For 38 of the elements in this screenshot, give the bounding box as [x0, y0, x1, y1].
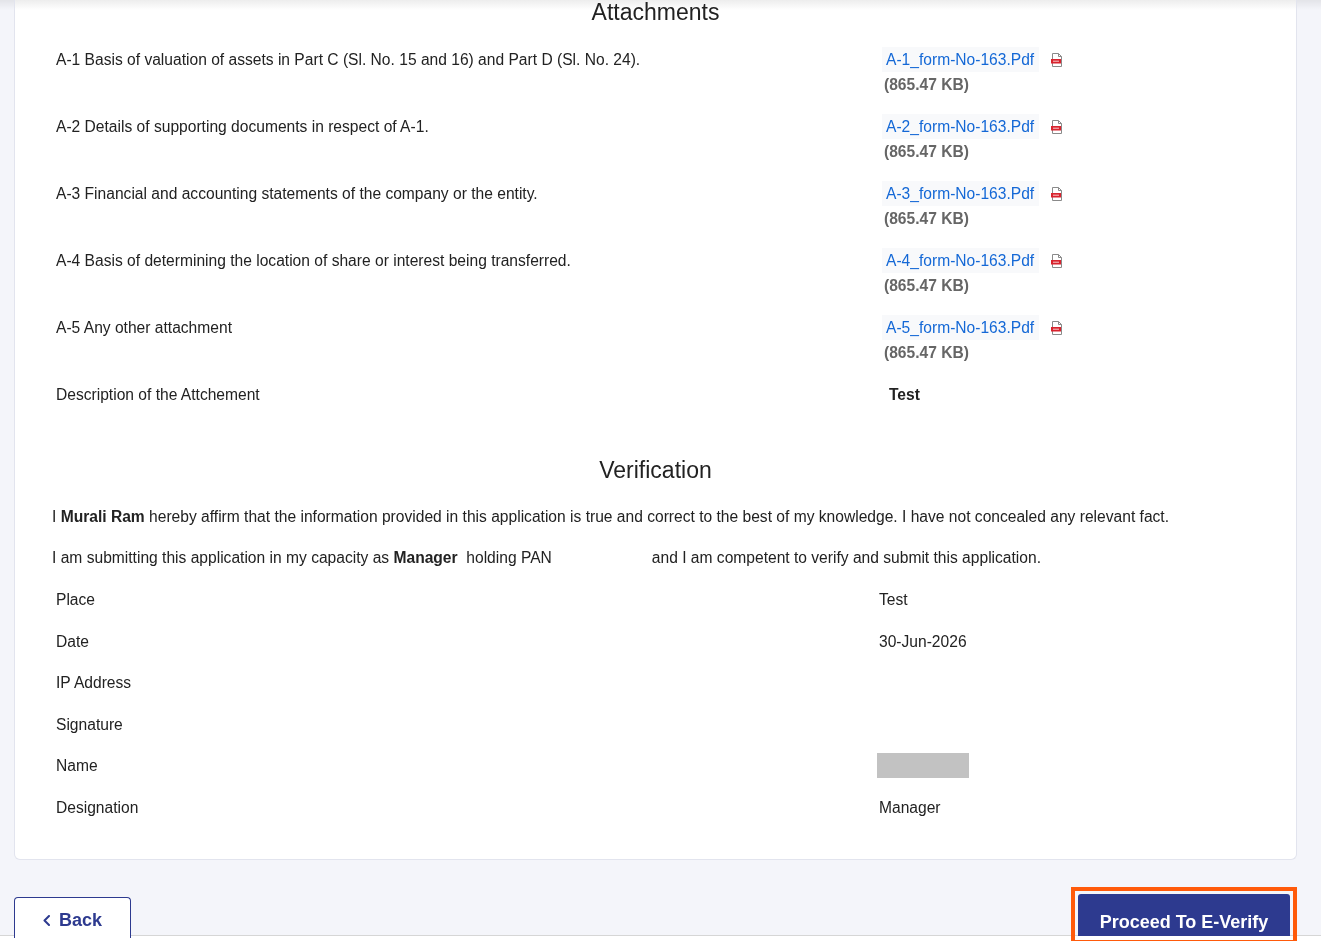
- file-link[interactable]: A-1_form-No-163.Pdf: [882, 47, 1040, 72]
- field-label: Date: [55, 631, 90, 652]
- file-link[interactable]: A-2_form-No-163.Pdf: [882, 114, 1040, 139]
- attachment-label: A-5 Any other attachment: [55, 318, 233, 338]
- file-size: (865.47 KB): [884, 276, 969, 296]
- field-value: 30-Jun-2026: [879, 632, 967, 650]
- attachment-label: A-2 Details of supporting documents in respect of A-1.: [55, 117, 430, 137]
- field-value: Test: [888, 385, 920, 405]
- pdf-file-icon: [1051, 52, 1064, 67]
- pdf-file-icon: [1051, 119, 1064, 134]
- field-value: Manager: [879, 798, 941, 816]
- file-link[interactable]: A-3_form-No-163.Pdf: [882, 181, 1040, 206]
- pdf-file-icon: [1051, 253, 1064, 268]
- file-size: (865.47 KB): [884, 343, 969, 363]
- attachment-label: A-1 Basis of valuation of assets in Part C (Sl. No. 15 and 16) and Part D (Sl. No. 24).: [55, 50, 642, 70]
- proceed-button[interactable]: Proceed To E-Verify: [1078, 893, 1290, 936]
- attachment-label: A-4 Basis of determining the location of share or interest being transferred.: [55, 251, 572, 271]
- file-size: (865.47 KB): [884, 75, 969, 95]
- file-link[interactable]: A-5_form-No-163.Pdf: [882, 315, 1040, 340]
- capacity-statement: I am submitting this application in my capacity as Manager holding PAN and I am competent to verify and submit this application.: [51, 548, 1042, 568]
- section-heading: Attachments: [590, 0, 721, 25]
- field-label: Name: [55, 756, 99, 777]
- chevron-left-icon: [43, 914, 50, 926]
- declaration-text: I Murali Ram hereby affirm that the information provided in this application is true and correct to the best of my knowledge. I have not concealed any relevant fact.: [51, 507, 1170, 527]
- field-label: Description of the Attchement: [55, 385, 261, 405]
- section-heading: Verification: [598, 458, 713, 483]
- pdf-file-icon: [1051, 320, 1064, 335]
- attachment-label: A-3 Financial and accounting statements of the company or the entity.: [55, 184, 539, 204]
- field-value: Test: [879, 591, 908, 608]
- file-size: (865.47 KB): [884, 142, 969, 162]
- file-size: (865.47 KB): [884, 209, 969, 229]
- file-link[interactable]: A-4_form-No-163.Pdf: [882, 248, 1040, 273]
- field-label: IP Address: [55, 673, 133, 694]
- field-label: Signature: [55, 714, 124, 735]
- back-button[interactable]: Back: [14, 896, 131, 938]
- field-label: Place: [55, 590, 96, 610]
- pdf-file-icon: [1051, 186, 1064, 201]
- field-label: Designation: [55, 797, 140, 818]
